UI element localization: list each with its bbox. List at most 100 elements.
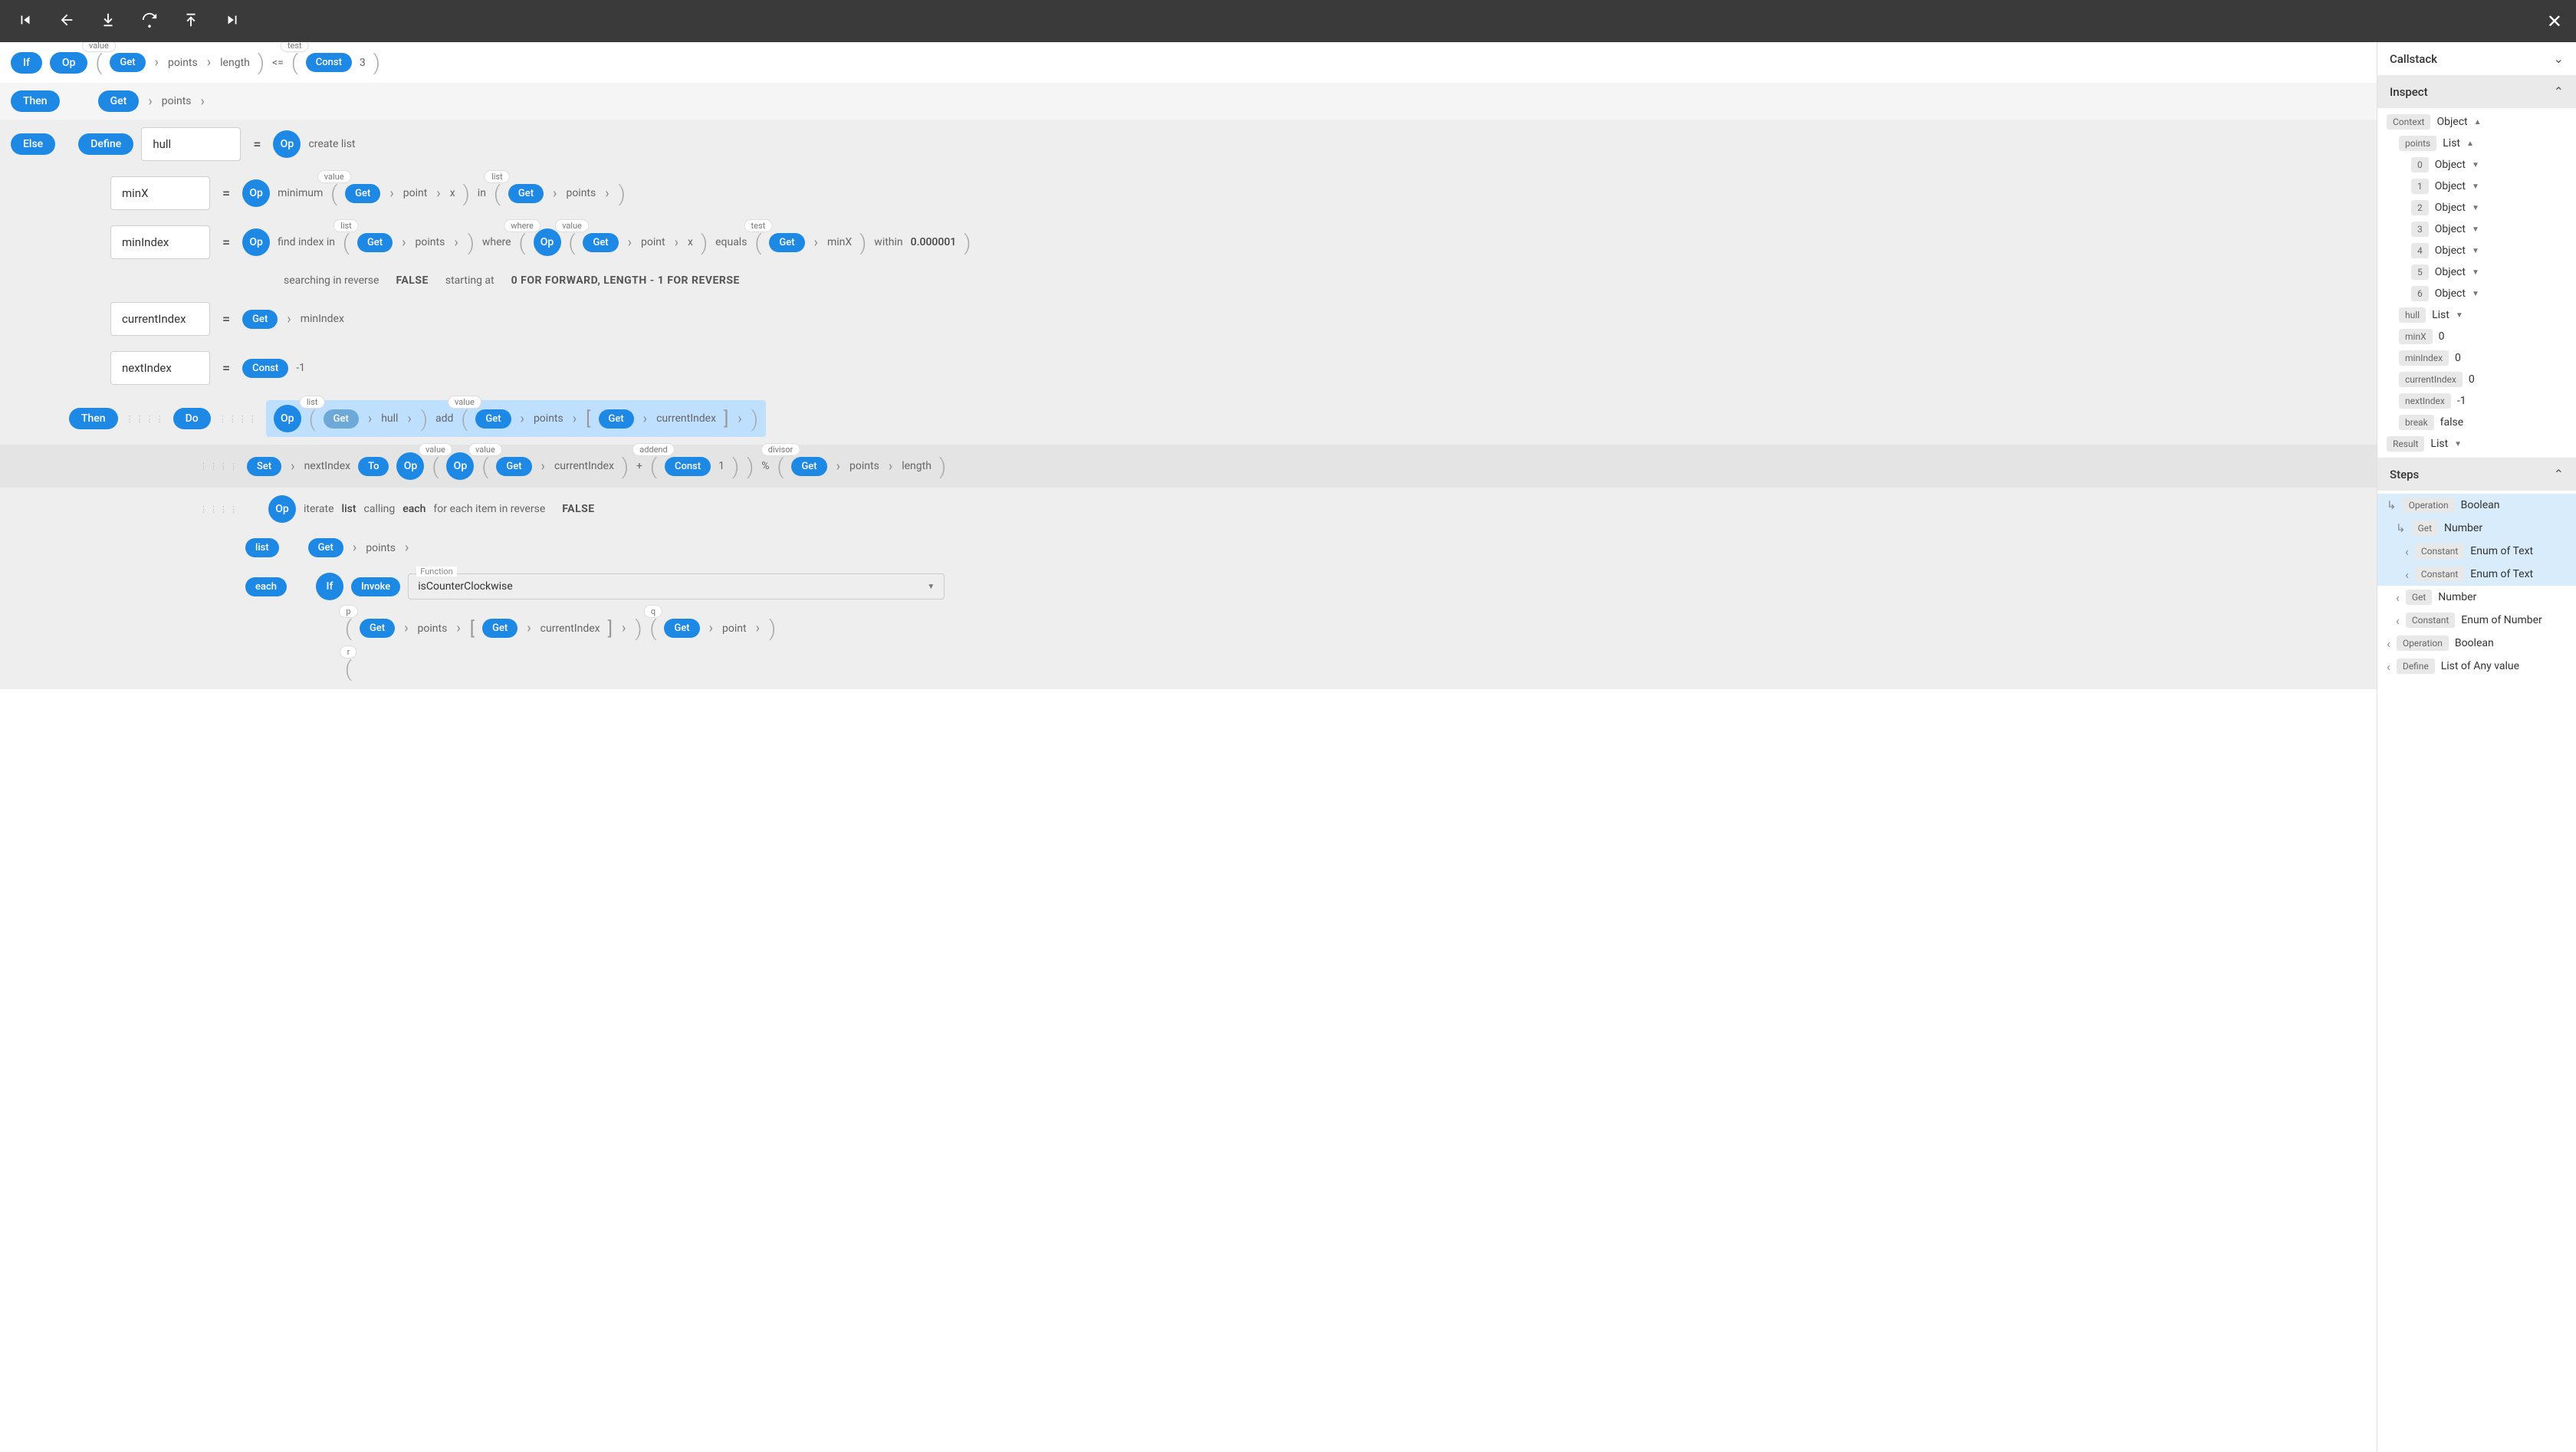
op-pill[interactable]: Op: [273, 130, 301, 158]
inspect-row[interactable]: hullList▼: [2377, 304, 2576, 326]
define-pill[interactable]: Define: [78, 133, 133, 155]
step-out-icon[interactable]: [179, 8, 202, 34]
close-icon[interactable]: ✕: [2547, 11, 2562, 32]
get-pill[interactable]: Get: [110, 53, 145, 72]
step-row[interactable]: ↳OperationBoolean: [2377, 494, 2576, 517]
then-pill[interactable]: Then: [11, 90, 60, 112]
inspect-type: Object: [2436, 116, 2467, 128]
get-pill[interactable]: Get: [98, 90, 140, 112]
in-label: in: [478, 187, 486, 199]
else-pill[interactable]: Else: [11, 133, 55, 155]
back-arrow-icon[interactable]: [55, 8, 78, 34]
get-pill[interactable]: Get: [308, 538, 343, 557]
step-row[interactable]: ‹ConstantEnum of Number: [2377, 609, 2576, 632]
inspect-type: Object: [2435, 159, 2466, 171]
then-pill[interactable]: Then: [69, 408, 118, 429]
function-dropdown[interactable]: Function isCounterClockwise ▼: [408, 573, 945, 600]
do-pill[interactable]: Do: [173, 408, 211, 429]
inspect-row[interactable]: 5Object▼: [2377, 261, 2576, 283]
step-kind: Operation: [2397, 636, 2449, 651]
op-pill[interactable]: Op: [396, 452, 424, 480]
drag-handle[interactable]: ⋮⋮⋮⋮: [199, 462, 239, 471]
chevron-right-icon: ›: [603, 186, 610, 202]
inspect-header[interactable]: Inspect ⌃: [2377, 75, 2576, 108]
inspect-row[interactable]: minIndex0: [2377, 347, 2576, 369]
inspect-row[interactable]: 4Object▼: [2377, 240, 2576, 261]
step-row[interactable]: ‹ConstantEnum of Text: [2377, 540, 2576, 563]
var-minindex[interactable]: minIndex: [110, 225, 210, 259]
inspect-key: hull: [2399, 307, 2426, 323]
step-row[interactable]: ‹GetNumber: [2377, 586, 2576, 609]
const-pill[interactable]: Const: [665, 457, 711, 476]
var-minx[interactable]: minX: [110, 176, 210, 210]
step-row[interactable]: ‹ConstantEnum of Text: [2377, 563, 2576, 586]
get-pill[interactable]: Get: [508, 184, 544, 203]
inspect-row[interactable]: ContextObject▲: [2377, 111, 2576, 133]
get-pill[interactable]: Get: [791, 457, 826, 476]
rewind-icon[interactable]: [14, 8, 37, 34]
step-kind: Constant: [2415, 544, 2464, 559]
op-pill[interactable]: Op: [50, 52, 88, 74]
if-pill[interactable]: If: [316, 573, 343, 600]
get-pill[interactable]: Get: [357, 233, 393, 252]
drag-handle[interactable]: ⋮⋮⋮⋮: [199, 504, 239, 514]
op-pill[interactable]: Op: [274, 405, 301, 432]
inspect-row[interactable]: pointsList▲: [2377, 133, 2576, 154]
points-label: points: [168, 57, 198, 69]
get-pill[interactable]: Get: [475, 409, 511, 429]
invoke-pill[interactable]: Invoke: [351, 577, 400, 596]
get-pill[interactable]: Get: [345, 184, 380, 203]
inspect-row[interactable]: 0Object▼: [2377, 154, 2576, 176]
get-pill[interactable]: Get: [769, 233, 804, 252]
const-pill[interactable]: Const: [306, 53, 352, 72]
get-pill[interactable]: Get: [664, 619, 699, 638]
var-nextindex[interactable]: nextIndex: [110, 351, 210, 385]
get-pill[interactable]: Get: [360, 619, 395, 638]
step-over-icon[interactable]: [138, 8, 161, 34]
set-pill[interactable]: Set: [247, 457, 281, 476]
step-into-icon[interactable]: [97, 8, 120, 34]
op-pill[interactable]: Op: [242, 228, 270, 256]
get-pill[interactable]: Get: [583, 233, 618, 252]
step-row[interactable]: ↳GetNumber: [2377, 517, 2576, 540]
get-pill[interactable]: Get: [482, 619, 518, 638]
inspect-row[interactable]: 1Object▼: [2377, 176, 2576, 197]
step-kind: Define: [2397, 659, 2435, 674]
op-pill[interactable]: Op: [446, 452, 474, 480]
get-pill[interactable]: Get: [496, 457, 531, 476]
if-pill[interactable]: If: [11, 52, 42, 74]
inspect-row[interactable]: breakfalse: [2377, 412, 2576, 433]
drag-handle[interactable]: ⋮⋮⋮⋮: [126, 414, 166, 424]
op-pill[interactable]: Op: [242, 179, 270, 207]
right-panel: Callstack ⌄ Inspect ⌃ ContextObject▲poin…: [2377, 42, 2576, 1452]
const-pill[interactable]: Const: [242, 359, 288, 378]
chevron-right-icon: ›: [626, 235, 633, 251]
inspect-row[interactable]: nextIndex-1: [2377, 390, 2576, 412]
drag-handle[interactable]: ⋮⋮⋮⋮: [219, 414, 258, 424]
each-pill[interactable]: each: [245, 577, 287, 596]
inspect-row[interactable]: 3Object▼: [2377, 218, 2576, 240]
op-pill[interactable]: Op: [534, 228, 561, 256]
get-pill[interactable]: Get: [242, 310, 278, 329]
var-currentindex[interactable]: currentIndex: [110, 302, 210, 336]
get-pill[interactable]: Get: [599, 409, 634, 429]
inspect-row[interactable]: 6Object▼: [2377, 283, 2576, 304]
inspect-row[interactable]: 2Object▼: [2377, 197, 2576, 218]
op-pill[interactable]: Op: [268, 495, 296, 523]
get-pill[interactable]: Get: [324, 409, 359, 429]
var-hull[interactable]: hull: [141, 127, 241, 161]
to-pill[interactable]: To: [358, 457, 389, 476]
inspect-row[interactable]: minX0: [2377, 326, 2576, 347]
list-pill[interactable]: list: [245, 538, 279, 557]
step-row[interactable]: ‹OperationBoolean: [2377, 632, 2576, 655]
inspect-row[interactable]: ResultList▼: [2377, 433, 2576, 455]
step-row[interactable]: ‹DefineList of Any value: [2377, 655, 2576, 678]
equals-icon: =: [218, 311, 235, 327]
inspect-type: Object: [2435, 266, 2466, 278]
point-label: point: [641, 236, 665, 248]
inspect-row[interactable]: currentIndex0: [2377, 369, 2576, 390]
caret-down-icon: ▼: [2456, 311, 2463, 320]
steps-header[interactable]: Steps ⌃: [2377, 458, 2576, 491]
callstack-header[interactable]: Callstack ⌄: [2377, 42, 2576, 75]
fast-forward-icon[interactable]: [221, 8, 244, 34]
